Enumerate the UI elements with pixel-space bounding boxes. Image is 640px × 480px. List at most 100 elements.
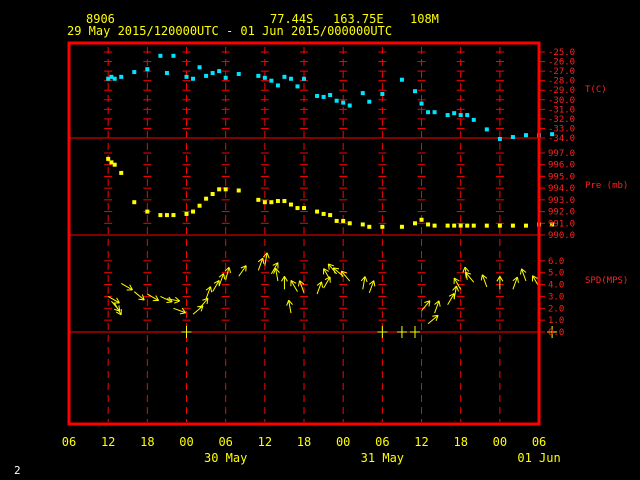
temperature-point bbox=[262, 75, 267, 80]
temperature-point bbox=[223, 75, 228, 80]
pressure-point bbox=[282, 199, 287, 204]
wind-arrow-head bbox=[364, 276, 368, 283]
temperature-point bbox=[288, 76, 293, 81]
date-label: 30 May bbox=[204, 451, 247, 465]
ytick-label: -30.0 bbox=[548, 96, 575, 106]
temperature-point bbox=[256, 73, 261, 78]
grid-lines bbox=[69, 47, 545, 422]
temperature-point bbox=[465, 113, 470, 118]
pressure-point bbox=[510, 223, 515, 228]
temperature-point bbox=[432, 110, 437, 115]
station-elevation: 108M bbox=[410, 12, 439, 26]
wind-arrow-head bbox=[223, 273, 226, 280]
temperature-point bbox=[523, 133, 528, 138]
ytick-label: -29.0 bbox=[548, 86, 575, 96]
pressure-point bbox=[210, 192, 215, 196]
temperature-point bbox=[119, 74, 124, 79]
pressure-point bbox=[399, 224, 404, 229]
pressure-point bbox=[426, 222, 431, 227]
meteogram-chart: 8906 77.44S 163.75E 108M 29 May 2015/120… bbox=[14, 12, 629, 477]
pressure-point bbox=[419, 217, 424, 222]
wind-arrow-head bbox=[438, 300, 441, 307]
ytick-label: 997.0 bbox=[548, 149, 575, 159]
pressure-point bbox=[191, 209, 196, 214]
wind-arrow-head bbox=[166, 301, 173, 304]
temperature-point bbox=[445, 113, 450, 118]
xtick-label: 06 bbox=[218, 435, 232, 449]
axis-labels: -25.0-26.0-27.0-28.0-29.0-30.0-31.0-32.0… bbox=[62, 48, 629, 465]
xtick-label: 00 bbox=[493, 435, 507, 449]
wind-arrow-head bbox=[228, 267, 232, 274]
pressure-point bbox=[484, 223, 489, 228]
wind-arrow-head bbox=[373, 280, 376, 287]
temperature-point bbox=[413, 89, 418, 94]
temperature-point bbox=[145, 67, 150, 72]
ytick-label: 993.0 bbox=[548, 196, 575, 206]
wind-arrow-head bbox=[455, 285, 459, 292]
pressure-point bbox=[328, 213, 333, 218]
ytick-label: -34.0 bbox=[548, 134, 575, 144]
pressure-point bbox=[445, 223, 450, 228]
temperature-point bbox=[184, 74, 189, 79]
pressure-point bbox=[217, 187, 222, 192]
wind-arrow-head bbox=[210, 286, 213, 293]
temperature-point bbox=[315, 93, 320, 98]
pressure-point bbox=[288, 202, 293, 207]
time-period: 29 May 2015/120000UTC - 01 Jun 2015/0000… bbox=[67, 24, 392, 38]
temperature-point bbox=[321, 94, 326, 99]
ytick-label: 2.0 bbox=[548, 304, 564, 314]
ytick-label: 3.0 bbox=[548, 292, 564, 302]
temperature-point bbox=[484, 127, 489, 132]
pressure-point bbox=[302, 206, 307, 211]
temperature-point bbox=[210, 71, 215, 76]
xtick-label: 12 bbox=[101, 435, 115, 449]
ytick-label: 994.0 bbox=[548, 184, 575, 194]
pressure-point bbox=[334, 218, 339, 223]
pressure-point bbox=[197, 203, 202, 208]
temperature-point bbox=[334, 98, 339, 103]
pressure-point bbox=[106, 156, 111, 161]
pressure-point bbox=[321, 211, 326, 216]
temperature-point bbox=[158, 53, 163, 58]
temperature-point bbox=[419, 101, 424, 106]
pressure-point bbox=[471, 223, 476, 228]
pressure-point bbox=[184, 211, 189, 216]
xtick-label: 18 bbox=[453, 435, 467, 449]
temperature-point bbox=[341, 100, 346, 105]
panel-label: SPD(MPS) bbox=[585, 276, 628, 286]
ytick-label: 5.0 bbox=[548, 269, 564, 279]
wind-arrow-head bbox=[462, 266, 466, 273]
pressure-point bbox=[204, 196, 209, 201]
xtick-label: 18 bbox=[297, 435, 311, 449]
wind-arrow-head bbox=[297, 280, 301, 287]
temperature-point bbox=[269, 78, 274, 83]
pressure-point bbox=[145, 209, 150, 214]
temperature-point bbox=[217, 69, 222, 74]
ytick-label: 990.0 bbox=[548, 231, 575, 241]
wind-arrow-head bbox=[266, 252, 270, 259]
wind-arrow-head bbox=[516, 277, 519, 283]
temperature-point bbox=[347, 103, 352, 108]
ytick-label: 6.0 bbox=[548, 257, 564, 267]
pressure-point bbox=[452, 223, 457, 228]
temperature-point bbox=[191, 76, 196, 81]
xtick-label: 12 bbox=[258, 435, 272, 449]
ytick-label: 992.0 bbox=[548, 208, 575, 218]
temperature-point bbox=[282, 74, 287, 79]
temperature-point bbox=[328, 93, 333, 97]
wind-arrow-head bbox=[179, 312, 186, 315]
pressure-point bbox=[341, 218, 346, 223]
temperature-point bbox=[380, 92, 385, 97]
ytick-label: 4.0 bbox=[548, 281, 564, 291]
temperature-point bbox=[426, 110, 431, 115]
ytick-label: 0.0 bbox=[548, 328, 564, 338]
ytick-label: -28.0 bbox=[548, 77, 575, 87]
pressure-point bbox=[367, 224, 372, 229]
wind-arrow-head bbox=[262, 258, 265, 264]
data-marks bbox=[106, 53, 558, 338]
ytick-label: -25.0 bbox=[548, 48, 575, 58]
ytick-label: -27.0 bbox=[548, 67, 575, 77]
xtick-label: 06 bbox=[375, 435, 389, 449]
xtick-label: 00 bbox=[336, 435, 350, 449]
page-number: 2 bbox=[14, 464, 21, 477]
